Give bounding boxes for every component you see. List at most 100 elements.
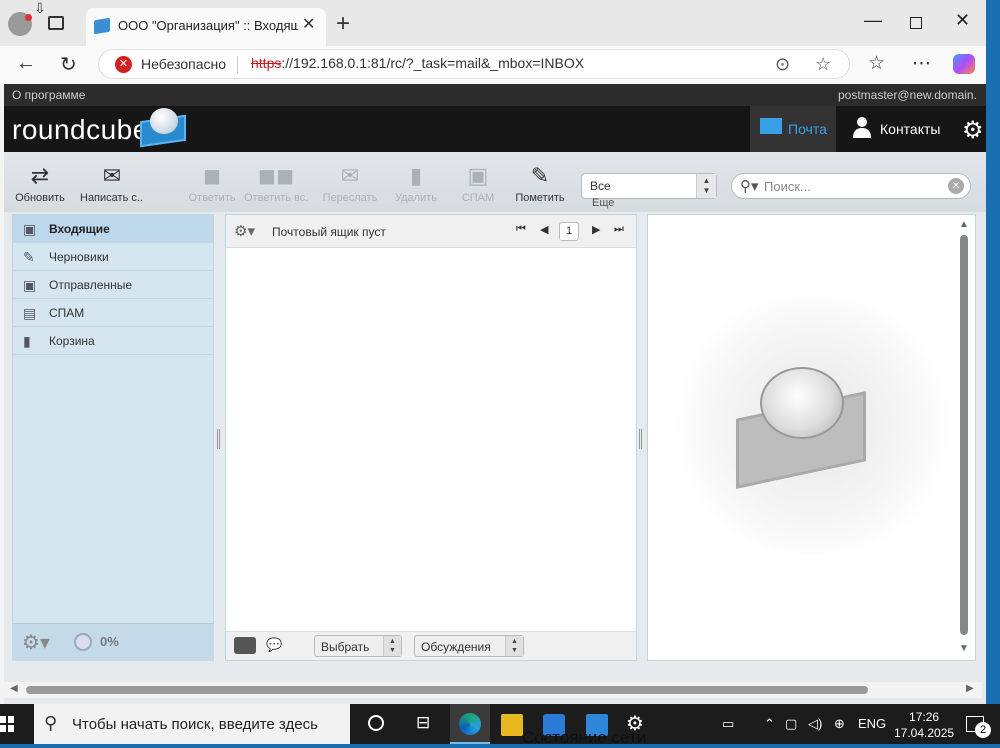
tray-screen-icon[interactable]: ▭ <box>722 716 734 732</box>
quota-text: 0% <box>100 634 119 649</box>
insecure-icon[interactable]: ✕ <box>115 56 132 73</box>
threads-menu[interactable]: Обсуждения ▲ ▼ <box>414 635 524 657</box>
cortana-icon[interactable] <box>368 715 384 731</box>
scroll-right-icon[interactable]: ▶ <box>966 683 974 694</box>
reply-all-button[interactable]: ◼◼ Ответить вс... <box>244 163 308 205</box>
mailbox-status: Почтовый ящик пуст <box>272 225 386 239</box>
folder-trash[interactable]: ▮ Корзина <box>13 327 213 355</box>
folder-inbox[interactable]: ▣ Входящие <box>13 215 213 243</box>
task-view-icon[interactable]: ⊟ <box>416 713 430 733</box>
reply-all-icon: ◼◼ <box>257 163 295 188</box>
scroll-down-icon[interactable]: ▼ <box>959 643 969 654</box>
roundcube-ball-icon <box>760 367 844 439</box>
tray-volume-icon[interactable]: ◁) <box>808 716 822 732</box>
url-text[interactable]: https://192.168.0.1:81/rc/?_task=mail&_m… <box>251 55 584 71</box>
preview-scrollbar[interactable] <box>960 235 968 635</box>
horizontal-scrollbar[interactable]: ◀ ▶ <box>4 682 982 698</box>
refresh-label: Обновить <box>15 192 65 204</box>
nav-contacts[interactable]: Контакты <box>880 121 940 137</box>
refresh-button[interactable]: ⇄ Обновить <box>8 163 72 205</box>
refresh-icon: ⇄ <box>30 163 50 188</box>
tray-chevron-icon[interactable]: ⌃ <box>764 716 775 732</box>
message-list: ⚙▾ Почтовый ящик пуст ⏮ ◀ 1 ▶ ⏭ 💬 Выбрат… <box>225 214 637 661</box>
compose-button[interactable]: ✉ Написать с... <box>80 164 144 205</box>
reload-icon[interactable]: ↻ <box>60 52 77 77</box>
notification-count: 2 <box>975 722 991 738</box>
copilot-icon[interactable] <box>953 54 975 74</box>
close-window-icon[interactable]: ✕ <box>955 10 970 31</box>
tab-close-icon[interactable]: ✕ <box>302 14 315 34</box>
back-icon[interactable]: ← <box>16 52 36 75</box>
select-menu[interactable]: Выбрать ▲ ▼ <box>314 635 402 657</box>
page-number[interactable]: 1 <box>559 222 579 241</box>
search-box[interactable]: ⚲▾ Поиск... ✕ <box>731 173 971 199</box>
windows-start-icon[interactable] <box>0 716 14 732</box>
delete-button[interactable]: ▮ Удалить <box>384 163 448 205</box>
mark-button[interactable]: ✎ Пометить <box>508 163 572 205</box>
tray-clock[interactable]: 17:26 17.04.2025 <box>894 709 954 741</box>
minimize-icon[interactable]: — <box>864 10 882 31</box>
menu-dots-icon[interactable]: ⋯ <box>912 52 931 75</box>
scrollbar-thumb[interactable] <box>26 686 868 694</box>
folder-settings-icon[interactable]: ⚙▾ <box>22 630 50 655</box>
reply-button[interactable]: ◼ Ответить <box>180 164 244 205</box>
threads-label: Обсуждения <box>421 640 491 654</box>
mark-icon: ✎ <box>530 163 550 188</box>
favorites-icon[interactable]: ☆ <box>868 52 885 75</box>
threads-icon[interactable]: 💬 <box>266 637 282 653</box>
tray-globe-icon[interactable]: ⊕ <box>834 716 845 732</box>
scroll-left-icon[interactable]: ◀ <box>10 683 18 694</box>
top-line: О программе postmaster@new.domain. <box>4 84 986 106</box>
taskbar: ⚲ Чтобы начать поиск, введите здесь ⊟ ⚙ … <box>0 704 1000 744</box>
search-input[interactable]: Поиск... <box>764 179 811 194</box>
splitter-left[interactable] <box>217 429 220 449</box>
roundcube-app: О программе postmaster@new.domain. round… <box>4 84 986 704</box>
folder-spam[interactable]: ▤ СПАМ <box>13 299 213 327</box>
search-clear-icon[interactable]: ✕ <box>948 178 964 194</box>
folder-sent[interactable]: ▣ Отправленные <box>13 271 213 299</box>
nav-mail-label: Почта <box>788 121 827 137</box>
contacts-person-icon[interactable] <box>852 116 872 138</box>
tab-active[interactable]: ООО "Организация" :: Входящие ✕ <box>86 8 326 46</box>
last-page-icon[interactable]: ⏭ <box>614 223 624 236</box>
file-explorer-icon[interactable] <box>501 714 523 736</box>
spam-label: СПАМ <box>461 192 495 204</box>
favorite-star-icon[interactable]: ☆ <box>815 54 831 75</box>
roundcube-favicon-icon <box>94 17 110 35</box>
more-button[interactable]: Еще <box>592 197 614 209</box>
first-page-icon[interactable]: ⏮ <box>516 223 526 236</box>
mouse-cursor-icon: ⇩ <box>34 0 46 16</box>
security-label[interactable]: Небезопасно <box>141 56 226 72</box>
splitter-right[interactable] <box>639 429 642 449</box>
spam-folder-icon: ▤ <box>23 305 37 321</box>
address-bar[interactable]: ✕ Небезопасно https://192.168.0.1:81/rc/… <box>98 49 850 79</box>
folder-label: Корзина <box>49 334 95 348</box>
more-tools-icon[interactable]: ⊙ <box>775 54 790 75</box>
nav-mail[interactable]: Почта <box>750 106 836 152</box>
folder-drafts[interactable]: ✎ Черновики <box>13 243 213 271</box>
taskbar-search-text[interactable]: Чтобы начать поиск, введите здесь <box>72 716 318 733</box>
about-link[interactable]: О программе <box>12 88 85 102</box>
url-separator <box>237 56 238 74</box>
forward-label: Переслать <box>322 192 378 204</box>
list-options-icon[interactable]: ⚙▾ <box>234 222 255 240</box>
edge-taskbar-button[interactable] <box>450 704 490 744</box>
select-label: Выбрать <box>321 640 370 654</box>
settings-gear-icon[interactable]: ⚙ <box>962 116 984 145</box>
tab-actions-icon[interactable] <box>48 16 64 30</box>
search-icon[interactable]: ⚲▾ <box>740 177 759 195</box>
prev-page-icon[interactable]: ◀ <box>540 223 548 236</box>
next-page-icon[interactable]: ▶ <box>592 223 600 236</box>
forward-button[interactable]: ✉ Переслать <box>318 164 382 205</box>
tray-network-icon[interactable]: ▢ <box>785 716 797 732</box>
maximize-icon[interactable] <box>910 17 922 29</box>
taskbar-search[interactable]: ⚲ Чтобы начать поиск, введите здесь <box>34 704 350 744</box>
scroll-up-icon[interactable]: ▲ <box>959 219 969 230</box>
delete-icon: ▮ <box>409 163 423 188</box>
spam-button[interactable]: ▣ СПАМ <box>446 164 510 205</box>
tray-language[interactable]: ENG <box>858 716 886 731</box>
search-icon: ⚲ <box>44 713 58 733</box>
new-tab-button[interactable]: + <box>336 10 350 38</box>
filter-select[interactable]: Все ▲ ▼ <box>581 173 717 199</box>
list-mode-icon[interactable] <box>234 637 256 654</box>
